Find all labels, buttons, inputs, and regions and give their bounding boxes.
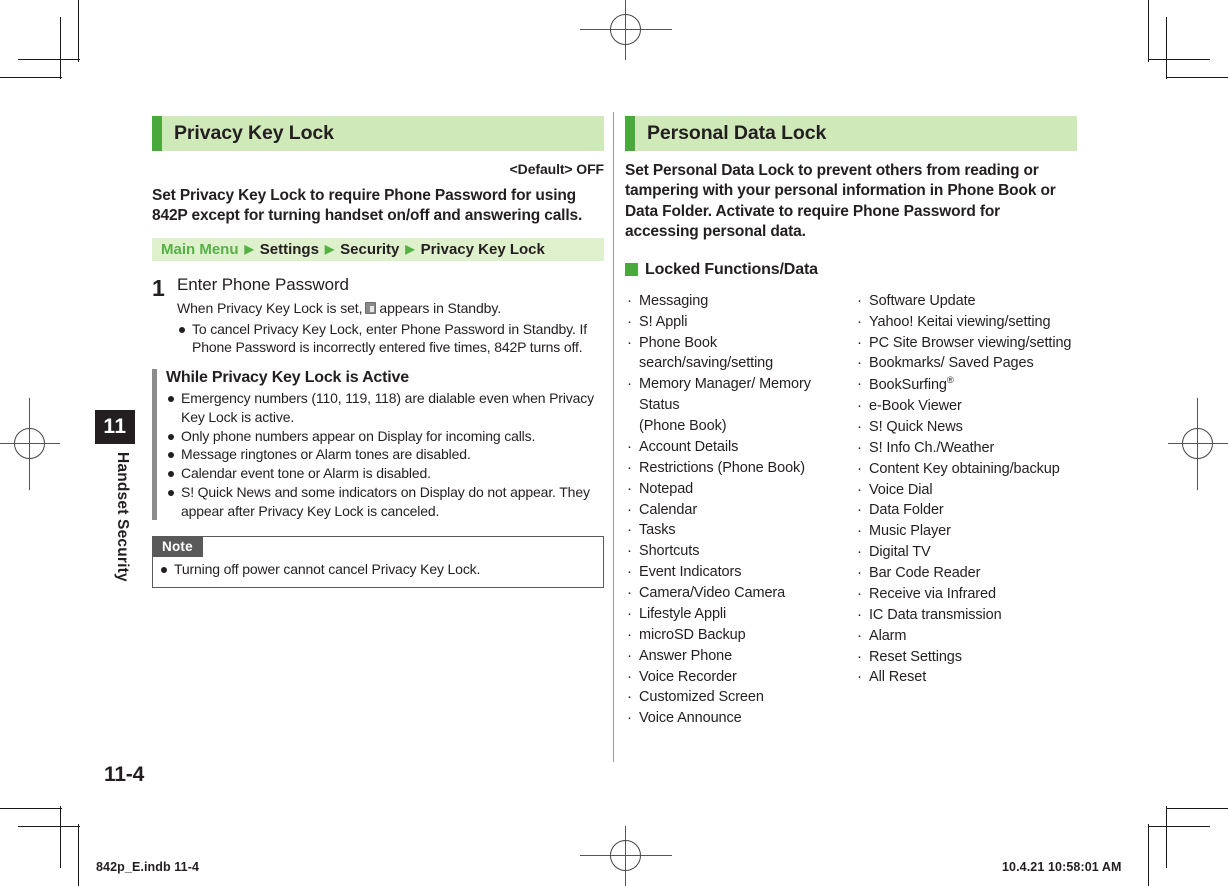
list-item: Calendar xyxy=(625,499,855,521)
list-item: Reset Settings xyxy=(855,646,1077,668)
right-column: Personal Data Lock Set Personal Data Loc… xyxy=(625,116,1077,729)
list-item: Receive via Infrared xyxy=(855,583,1077,605)
while-active-bullet-list: Emergency numbers (110, 119, 118) are di… xyxy=(166,389,604,520)
chevron-right-icon: ▶ xyxy=(244,241,254,256)
chevron-right-icon: ▶ xyxy=(405,241,415,256)
list-item: To cancel Privacy Key Lock, enter Phone … xyxy=(177,320,604,358)
menu-path-item-1[interactable]: Settings xyxy=(260,241,319,258)
section-header-personal-data-lock: Personal Data Lock xyxy=(625,116,1077,151)
step-body: Enter Phone Password When Privacy Key Lo… xyxy=(177,275,604,357)
default-value-line: <Default> OFF xyxy=(509,161,604,177)
list-item: All Reset xyxy=(855,666,1077,688)
list-item: Notepad xyxy=(625,478,855,500)
locked-list-right: Software Update Yahoo! Keitai viewing/se… xyxy=(855,290,1077,688)
list-item: Messaging xyxy=(625,290,855,312)
list-item: S! Quick News and some indicators on Dis… xyxy=(166,483,604,521)
list-item: Music Player xyxy=(855,520,1077,542)
list-item: microSD Backup xyxy=(625,624,855,646)
list-item: Lifestyle Appli xyxy=(625,603,855,625)
list-item: Calendar event tone or Alarm is disabled… xyxy=(166,464,604,483)
footer-timestamp: 10.4.21 10:58:01 AM xyxy=(1002,860,1122,874)
chapter-number-tab: 11 xyxy=(95,410,135,444)
list-item: Alarm xyxy=(855,625,1077,647)
list-item: Voice Dial xyxy=(855,479,1077,501)
menu-path-item-0[interactable]: Main Menu xyxy=(161,241,239,258)
while-active-block: While Privacy Key Lock is Active Emergen… xyxy=(152,369,604,521)
header-accent-bar xyxy=(625,116,635,151)
note-badge: Note xyxy=(153,537,203,558)
list-item: Tasks xyxy=(625,519,855,541)
list-item: Phone Book search/saving/setting xyxy=(625,332,855,375)
page-number: 11-4 xyxy=(104,763,145,786)
menu-path-item-3[interactable]: Privacy Key Lock xyxy=(421,241,545,258)
list-item: Software Update xyxy=(855,290,1077,312)
list-item: Content Key obtaining/backup xyxy=(855,458,1077,480)
section-lead-paragraph: Set Personal Data Lock to prevent others… xyxy=(625,162,1056,241)
list-item: S! Appli xyxy=(625,311,855,333)
step-bullet-list: To cancel Privacy Key Lock, enter Phone … xyxy=(177,320,604,358)
while-active-title: While Privacy Key Lock is Active xyxy=(166,369,409,387)
locked-list-left: Messaging S! Appli Phone Book search/sav… xyxy=(625,290,855,729)
list-item: Yahoo! Keitai viewing/setting xyxy=(855,311,1077,333)
list-item: Voice Announce xyxy=(625,707,855,729)
list-item: S! Info Ch./Weather xyxy=(855,437,1077,459)
step-number: 1 xyxy=(152,275,165,302)
list-item: Answer Phone xyxy=(625,645,855,667)
column-divider xyxy=(613,112,615,762)
list-item: Shortcuts xyxy=(625,540,855,562)
list-item: Camera/Video Camera xyxy=(625,582,855,604)
list-item: S! Quick News xyxy=(855,416,1077,438)
locked-functions-column-right: Software Update Yahoo! Keitai viewing/se… xyxy=(855,290,1077,729)
list-item: Bookmarks/ Saved Pages xyxy=(855,352,1077,374)
step-note-text-before: When Privacy Key Lock is set, xyxy=(177,299,363,316)
subhead-label: Locked Functions/Data xyxy=(645,260,818,278)
step-title: Enter Phone Password xyxy=(177,275,349,295)
locked-functions-column-left: Messaging S! Appli Phone Book search/sav… xyxy=(625,290,855,729)
section-title: Personal Data Lock xyxy=(647,122,827,144)
list-item: Emergency numbers (110, 119, 118) are di… xyxy=(166,389,604,427)
manual-page: 11 Handset Security Privacy Key Lock <De… xyxy=(0,0,1228,886)
phone-lock-icon xyxy=(365,301,377,314)
list-item: Digital TV xyxy=(855,541,1077,563)
list-item: Data Folder xyxy=(855,499,1077,521)
list-item: Memory Manager/ Memory Status xyxy=(625,373,855,416)
note-box: Note Turning off power cannot cancel Pri… xyxy=(152,536,604,589)
list-item: PC Site Browser viewing/setting xyxy=(855,332,1077,354)
step-note-text-after: appears in Standby. xyxy=(379,299,501,316)
registered-trademark-icon: ® xyxy=(946,375,954,387)
list-item: BookSurfing® xyxy=(855,373,1077,396)
list-item: e-Book Viewer xyxy=(855,395,1077,417)
chapter-title-vertical: Handset Security xyxy=(114,452,131,582)
procedure-step: 1 Enter Phone Password When Privacy Key … xyxy=(152,275,604,357)
section-header-privacy-key-lock: Privacy Key Lock xyxy=(152,116,604,151)
locked-functions-grid: Messaging S! Appli Phone Book search/sav… xyxy=(625,290,1077,729)
list-item: Turning off power cannot cancel Privacy … xyxy=(159,560,603,579)
section-lead-paragraph: Set Privacy Key Lock to require Phone Pa… xyxy=(152,187,583,225)
list-item: Bar Code Reader xyxy=(855,562,1077,584)
green-square-icon xyxy=(625,263,638,277)
locked-functions-subhead: Locked Functions/Data xyxy=(625,261,1077,279)
list-item: Customized Screen xyxy=(625,686,855,708)
note-bullet-list: Turning off power cannot cancel Privacy … xyxy=(153,560,603,579)
list-item: Voice Recorder xyxy=(625,666,855,688)
list-item: IC Data transmission xyxy=(855,604,1077,626)
list-item: Restrictions (Phone Book) xyxy=(625,457,855,479)
list-item: Account Details xyxy=(625,436,855,458)
step-note: When Privacy Key Lock is set, appears in… xyxy=(177,299,604,318)
chevron-right-icon: ▶ xyxy=(324,241,335,256)
header-accent-bar xyxy=(152,116,162,151)
menu-path-item-2[interactable]: Security xyxy=(340,241,399,258)
list-item: Message ringtones or Alarm tones are dis… xyxy=(166,445,604,464)
menu-path-bar: Main Menu ▶ Settings ▶ Security ▶ Privac… xyxy=(152,238,604,262)
section-title: Privacy Key Lock xyxy=(174,122,334,144)
list-item: Event Indicators xyxy=(625,561,855,583)
footer-file-info: 842p_E.indb 11-4 xyxy=(96,860,200,874)
list-item: Only phone numbers appear on Display for… xyxy=(166,427,604,446)
list-item-continuation: (Phone Book) xyxy=(639,418,727,435)
left-column: Privacy Key Lock <Default> OFF Set Priva… xyxy=(152,116,604,589)
